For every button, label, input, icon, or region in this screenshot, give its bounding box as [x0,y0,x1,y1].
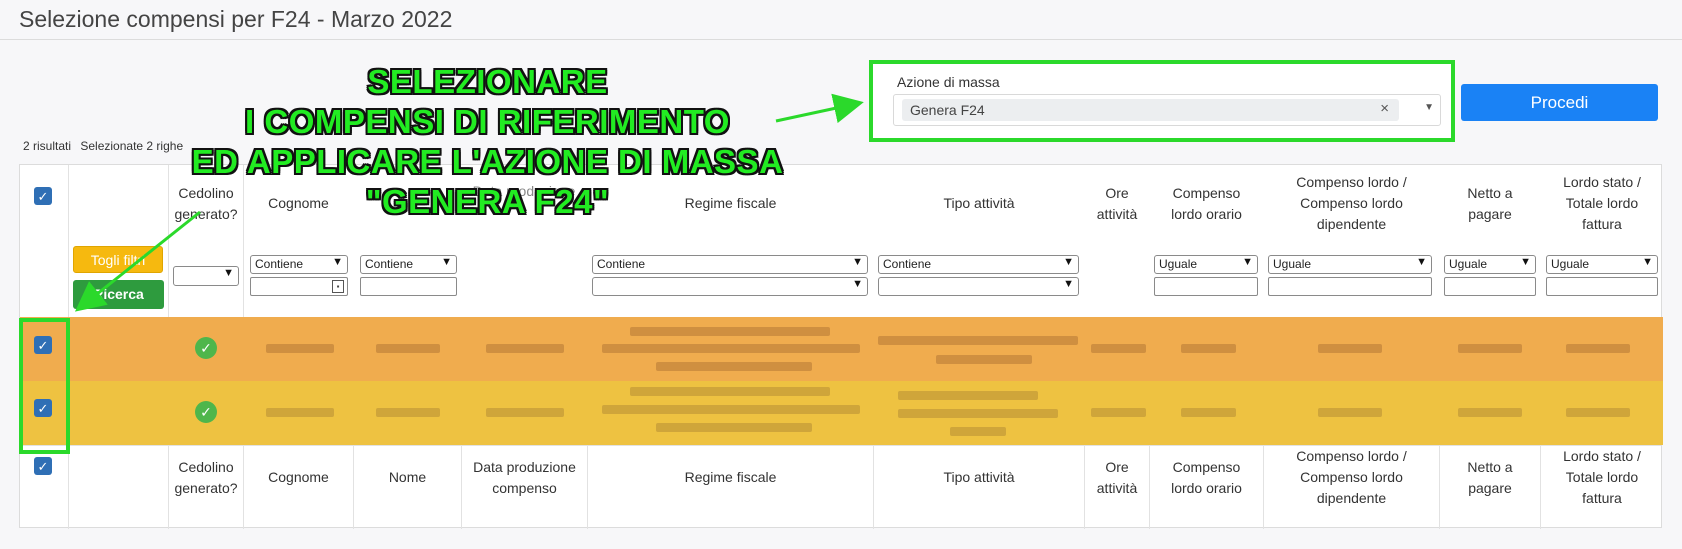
annotation-arrows [74,93,864,312]
arrow-to-mass-action [775,93,864,124]
arrow-to-row-checkboxes [74,210,201,312]
